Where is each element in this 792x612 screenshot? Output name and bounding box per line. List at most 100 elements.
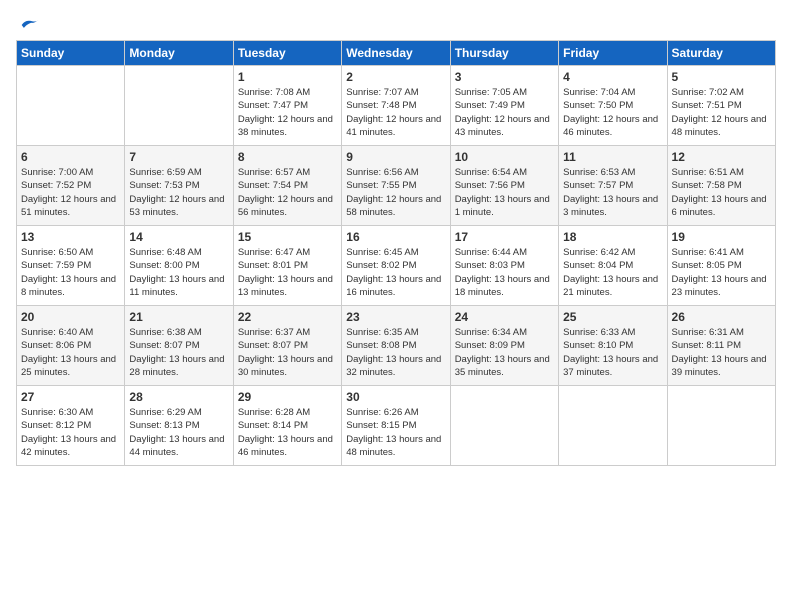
day-info: Sunrise: 6:53 AM Sunset: 7:57 PM Dayligh… bbox=[563, 166, 662, 219]
day-info: Sunrise: 7:05 AM Sunset: 7:49 PM Dayligh… bbox=[455, 86, 554, 139]
day-info: Sunrise: 6:33 AM Sunset: 8:10 PM Dayligh… bbox=[563, 326, 662, 379]
calendar-cell: 30 Sunrise: 6:26 AM Sunset: 8:15 PM Dayli… bbox=[342, 386, 450, 466]
day-number: 26 bbox=[672, 310, 771, 324]
calendar-cell: 17 Sunrise: 6:44 AM Sunset: 8:03 PM Dayli… bbox=[450, 226, 558, 306]
calendar-week-3: 13 Sunrise: 6:50 AM Sunset: 7:59 PM Dayli… bbox=[17, 226, 776, 306]
day-info: Sunrise: 6:56 AM Sunset: 7:55 PM Dayligh… bbox=[346, 166, 445, 219]
calendar-cell: 24 Sunrise: 6:34 AM Sunset: 8:09 PM Dayli… bbox=[450, 306, 558, 386]
day-info: Sunrise: 6:34 AM Sunset: 8:09 PM Dayligh… bbox=[455, 326, 554, 379]
day-number: 4 bbox=[563, 70, 662, 84]
calendar-cell: 27Sunrise: 6:30 AM Sunset: 8:12 PM Dayli… bbox=[17, 386, 125, 466]
header-thursday: Thursday bbox=[450, 41, 558, 66]
day-number: 5 bbox=[672, 70, 771, 84]
day-info: Sunrise: 6:28 AM Sunset: 8:14 PM Dayligh… bbox=[238, 406, 337, 459]
day-number: 9 bbox=[346, 150, 445, 164]
calendar-cell: 18 Sunrise: 6:42 AM Sunset: 8:04 PM Dayli… bbox=[559, 226, 667, 306]
day-number: 1 bbox=[238, 70, 337, 84]
day-number: 14 bbox=[129, 230, 228, 244]
calendar-cell: 5 Sunrise: 7:02 AM Sunset: 7:51 PM Daylig… bbox=[667, 66, 775, 146]
day-info: Sunrise: 6:47 AM Sunset: 8:01 PM Dayligh… bbox=[238, 246, 337, 299]
calendar-cell: 4Sunrise: 7:04 AM Sunset: 7:50 PM Daylig… bbox=[559, 66, 667, 146]
day-info: Sunrise: 6:31 AM Sunset: 8:11 PM Dayligh… bbox=[672, 326, 771, 379]
calendar-cell: 29Sunrise: 6:28 AM Sunset: 8:14 PM Dayli… bbox=[233, 386, 341, 466]
day-info: Sunrise: 6:38 AM Sunset: 8:07 PM Dayligh… bbox=[129, 326, 228, 379]
day-info: Sunrise: 7:02 AM Sunset: 7:51 PM Dayligh… bbox=[672, 86, 771, 139]
day-info: Sunrise: 7:08 AM Sunset: 7:47 PM Dayligh… bbox=[238, 86, 337, 139]
calendar-cell: 1 Sunrise: 7:08 AM Sunset: 7:47 PM Daylig… bbox=[233, 66, 341, 146]
day-number: 17 bbox=[455, 230, 554, 244]
day-info: Sunrise: 6:35 AM Sunset: 8:08 PM Dayligh… bbox=[346, 326, 445, 379]
day-info: Sunrise: 6:50 AM Sunset: 7:59 PM Dayligh… bbox=[21, 246, 120, 299]
calendar-cell: 9 Sunrise: 6:56 AM Sunset: 7:55 PM Daylig… bbox=[342, 146, 450, 226]
day-info: Sunrise: 6:48 AM Sunset: 8:00 PM Dayligh… bbox=[129, 246, 228, 299]
logo bbox=[16, 16, 40, 30]
calendar-cell: 25 Sunrise: 6:33 AM Sunset: 8:10 PM Dayli… bbox=[559, 306, 667, 386]
calendar-header-row: SundayMondayTuesdayWednesdayThursdayFrid… bbox=[17, 41, 776, 66]
day-number: 22 bbox=[238, 310, 337, 324]
logo-bird-icon bbox=[18, 16, 40, 34]
day-number: 20 bbox=[21, 310, 120, 324]
day-info: Sunrise: 6:51 AM Sunset: 7:58 PM Dayligh… bbox=[672, 166, 771, 219]
calendar-cell bbox=[667, 386, 775, 466]
calendar-cell: 23 Sunrise: 6:35 AM Sunset: 8:08 PM Dayli… bbox=[342, 306, 450, 386]
header bbox=[16, 16, 776, 30]
day-info: Sunrise: 6:54 AM Sunset: 7:56 PM Dayligh… bbox=[455, 166, 554, 219]
header-saturday: Saturday bbox=[667, 41, 775, 66]
header-wednesday: Wednesday bbox=[342, 41, 450, 66]
calendar-cell: 20 Sunrise: 6:40 AM Sunset: 8:06 PM Dayli… bbox=[17, 306, 125, 386]
day-number: 30 bbox=[346, 390, 445, 404]
calendar-cell: 26 Sunrise: 6:31 AM Sunset: 8:11 PM Dayli… bbox=[667, 306, 775, 386]
day-info: Sunrise: 6:41 AM Sunset: 8:05 PM Dayligh… bbox=[672, 246, 771, 299]
header-tuesday: Tuesday bbox=[233, 41, 341, 66]
calendar-cell: 12Sunrise: 6:51 AM Sunset: 7:58 PM Dayli… bbox=[667, 146, 775, 226]
day-number: 15 bbox=[238, 230, 337, 244]
day-number: 3 bbox=[455, 70, 554, 84]
day-number: 6 bbox=[21, 150, 120, 164]
calendar-week-1: 1 Sunrise: 7:08 AM Sunset: 7:47 PM Daylig… bbox=[17, 66, 776, 146]
day-number: 28 bbox=[129, 390, 228, 404]
calendar-cell: 6 Sunrise: 7:00 AM Sunset: 7:52 PM Daylig… bbox=[17, 146, 125, 226]
day-info: Sunrise: 6:45 AM Sunset: 8:02 PM Dayligh… bbox=[346, 246, 445, 299]
day-number: 11 bbox=[563, 150, 662, 164]
calendar-week-2: 6 Sunrise: 7:00 AM Sunset: 7:52 PM Daylig… bbox=[17, 146, 776, 226]
calendar-cell: 8 Sunrise: 6:57 AM Sunset: 7:54 PM Daylig… bbox=[233, 146, 341, 226]
calendar-cell: 2Sunrise: 7:07 AM Sunset: 7:48 PM Daylig… bbox=[342, 66, 450, 146]
day-number: 21 bbox=[129, 310, 228, 324]
calendar-cell: 16 Sunrise: 6:45 AM Sunset: 8:02 PM Dayli… bbox=[342, 226, 450, 306]
day-number: 24 bbox=[455, 310, 554, 324]
calendar-cell bbox=[559, 386, 667, 466]
day-number: 10 bbox=[455, 150, 554, 164]
header-monday: Monday bbox=[125, 41, 233, 66]
day-number: 13 bbox=[21, 230, 120, 244]
day-info: Sunrise: 6:57 AM Sunset: 7:54 PM Dayligh… bbox=[238, 166, 337, 219]
day-info: Sunrise: 6:40 AM Sunset: 8:06 PM Dayligh… bbox=[21, 326, 120, 379]
day-info: Sunrise: 7:00 AM Sunset: 7:52 PM Dayligh… bbox=[21, 166, 120, 219]
calendar-cell: 22 Sunrise: 6:37 AM Sunset: 8:07 PM Dayli… bbox=[233, 306, 341, 386]
calendar-cell: 19Sunrise: 6:41 AM Sunset: 8:05 PM Dayli… bbox=[667, 226, 775, 306]
day-info: Sunrise: 6:26 AM Sunset: 8:15 PM Dayligh… bbox=[346, 406, 445, 459]
calendar-cell: 15 Sunrise: 6:47 AM Sunset: 8:01 PM Dayli… bbox=[233, 226, 341, 306]
calendar-cell bbox=[125, 66, 233, 146]
calendar-table: SundayMondayTuesdayWednesdayThursdayFrid… bbox=[16, 40, 776, 466]
day-info: Sunrise: 6:59 AM Sunset: 7:53 PM Dayligh… bbox=[129, 166, 228, 219]
calendar-cell: 21 Sunrise: 6:38 AM Sunset: 8:07 PM Dayli… bbox=[125, 306, 233, 386]
day-info: Sunrise: 6:30 AM Sunset: 8:12 PM Dayligh… bbox=[21, 406, 120, 459]
calendar-cell bbox=[450, 386, 558, 466]
day-number: 23 bbox=[346, 310, 445, 324]
calendar-cell: 13 Sunrise: 6:50 AM Sunset: 7:59 PM Dayli… bbox=[17, 226, 125, 306]
day-info: Sunrise: 6:44 AM Sunset: 8:03 PM Dayligh… bbox=[455, 246, 554, 299]
calendar-cell: 28Sunrise: 6:29 AM Sunset: 8:13 PM Dayli… bbox=[125, 386, 233, 466]
calendar-week-5: 27Sunrise: 6:30 AM Sunset: 8:12 PM Dayli… bbox=[17, 386, 776, 466]
day-info: Sunrise: 6:37 AM Sunset: 8:07 PM Dayligh… bbox=[238, 326, 337, 379]
calendar-week-4: 20 Sunrise: 6:40 AM Sunset: 8:06 PM Dayli… bbox=[17, 306, 776, 386]
day-number: 8 bbox=[238, 150, 337, 164]
day-number: 18 bbox=[563, 230, 662, 244]
day-info: Sunrise: 7:07 AM Sunset: 7:48 PM Dayligh… bbox=[346, 86, 445, 139]
day-number: 25 bbox=[563, 310, 662, 324]
header-friday: Friday bbox=[559, 41, 667, 66]
calendar-cell: 7Sunrise: 6:59 AM Sunset: 7:53 PM Daylig… bbox=[125, 146, 233, 226]
day-info: Sunrise: 6:42 AM Sunset: 8:04 PM Dayligh… bbox=[563, 246, 662, 299]
calendar-cell: 3 Sunrise: 7:05 AM Sunset: 7:49 PM Daylig… bbox=[450, 66, 558, 146]
calendar-cell bbox=[17, 66, 125, 146]
day-number: 16 bbox=[346, 230, 445, 244]
